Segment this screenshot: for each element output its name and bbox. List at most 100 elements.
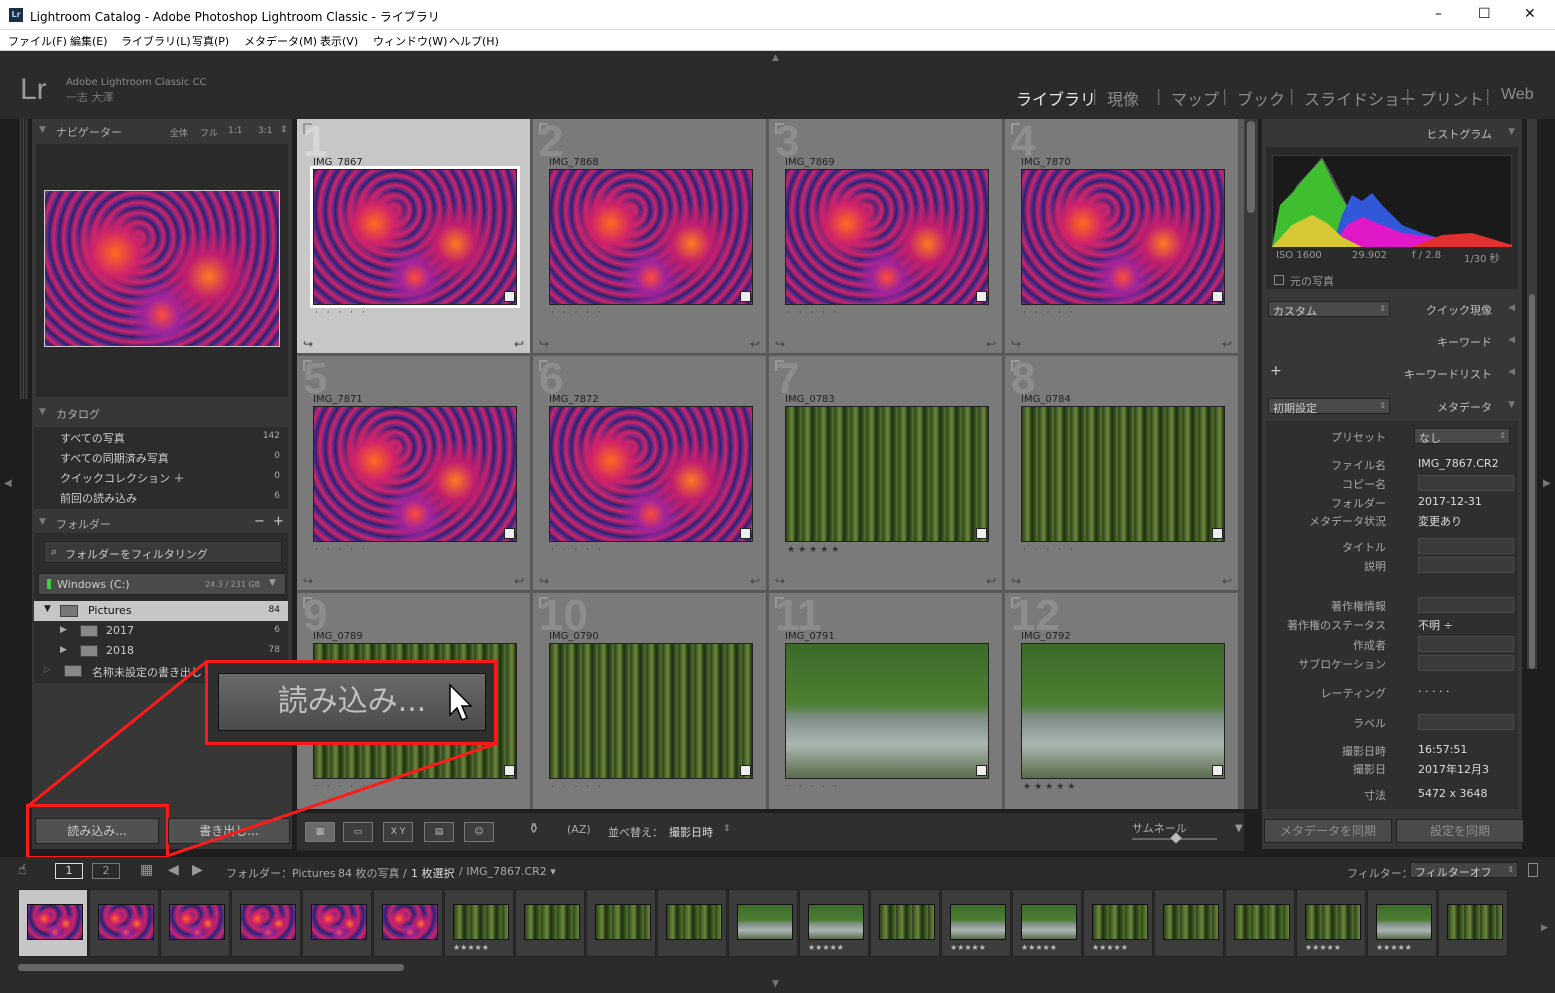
second-window-button[interactable]: 2 bbox=[92, 863, 120, 879]
metadata-value[interactable]: IMG_7867.CR2 bbox=[1418, 457, 1499, 470]
maximize-button[interactable]: ☐ bbox=[1478, 6, 1491, 22]
menu-metadata[interactable]: メタデータ(M) bbox=[244, 33, 317, 49]
filmstrip-thumb[interactable] bbox=[89, 889, 159, 957]
rotate-left-icon[interactable]: ↪ bbox=[775, 574, 785, 588]
metadata-value[interactable]: 不明 ÷ bbox=[1418, 617, 1453, 633]
catalog-item-previous-import[interactable]: 前回の読み込み 6 bbox=[34, 487, 288, 507]
grid-view-icon[interactable]: ▦ bbox=[305, 822, 335, 842]
rotate-right-icon[interactable]: ↩ bbox=[1222, 574, 1232, 588]
grid-cell[interactable]: 4 IMG_7870 · · · · · ↪ ↩ bbox=[1005, 119, 1239, 354]
grid-cell[interactable]: 6 IMG_7872 · · · · · ↪ ↩ bbox=[533, 354, 767, 591]
catalog-item-all[interactable]: すべての写真 142 bbox=[34, 427, 288, 447]
zoom-1-1[interactable]: 1:1 bbox=[228, 126, 242, 136]
quick-develop-preset[interactable]: カスタム ⇕ bbox=[1268, 301, 1390, 318]
export-button[interactable]: 書き出し... bbox=[168, 818, 290, 844]
expand-icon[interactable]: ▷ bbox=[44, 665, 51, 675]
volume-bar[interactable]: Windows (C:) 24.3 / 231 GB ▼ bbox=[38, 573, 286, 595]
expand-icon[interactable]: ▶ bbox=[60, 625, 67, 635]
module-library[interactable]: ライブラリ bbox=[1016, 86, 1096, 110]
metadata-value[interactable] bbox=[1418, 597, 1514, 613]
photo-thumbnail[interactable] bbox=[1021, 643, 1225, 779]
rotate-right-icon[interactable]: ↩ bbox=[514, 337, 524, 351]
flag-icon[interactable] bbox=[1011, 597, 1020, 608]
catalog-item-synced[interactable]: すべての同期済み写真 0 bbox=[34, 447, 288, 467]
module-web[interactable]: Web bbox=[1501, 86, 1534, 104]
filmstrip-thumb[interactable] bbox=[373, 889, 443, 957]
photo-thumbnail[interactable] bbox=[549, 643, 753, 779]
zoom-stepper-icon[interactable]: ⇕ bbox=[280, 125, 288, 135]
grid-cell[interactable]: 3 IMG_7869 · · · · · ↪ ↩ bbox=[769, 119, 1003, 354]
menu-edit[interactable]: 編集(E) bbox=[70, 33, 108, 49]
folder-item-2018[interactable]: ▶ 2018 78 bbox=[34, 641, 288, 661]
sort-stepper-icon[interactable]: ⇕ bbox=[723, 824, 731, 834]
flag-icon[interactable] bbox=[1011, 123, 1020, 134]
filmstrip-thumb[interactable] bbox=[160, 889, 230, 957]
metadata-preset[interactable]: 初期設定 ⇕ bbox=[1268, 398, 1390, 415]
flag-icon[interactable] bbox=[775, 123, 784, 134]
grid-cell[interactable]: 5 IMG_7871 · · · · · ↪ ↩ bbox=[297, 354, 531, 591]
grid-cell[interactable]: 12IMG_0792★★★★★↪↩ bbox=[1005, 591, 1239, 809]
folder-item-pictures[interactable]: ▼ Pictures 84 bbox=[34, 601, 288, 621]
filmstrip-thumb[interactable]: ★★★★★ bbox=[799, 889, 869, 957]
sort-direction-icon[interactable]: (AZ) bbox=[567, 823, 591, 836]
metadata-value[interactable] bbox=[1418, 538, 1514, 554]
photo-thumbnail[interactable] bbox=[1021, 406, 1225, 542]
filmstrip-thumb[interactable] bbox=[515, 889, 585, 957]
selected-file[interactable]: / IMG_7867.CR2 ▾ bbox=[459, 865, 556, 878]
filter-select[interactable]: フィルターオフ ⇕ bbox=[1410, 862, 1518, 879]
rotate-left-icon[interactable]: ↪ bbox=[1011, 337, 1021, 351]
module-print[interactable]: プリント bbox=[1420, 86, 1484, 110]
compare-view-icon[interactable]: X Y bbox=[383, 822, 413, 842]
chevron-down-icon[interactable]: ▼ bbox=[269, 578, 276, 588]
histogram-chart[interactable] bbox=[1272, 155, 1512, 247]
filmstrip-thumb[interactable]: ★★★★★ bbox=[941, 889, 1011, 957]
metadata-value[interactable]: 5472 x 3648 bbox=[1418, 787, 1488, 800]
photo-thumbnail[interactable] bbox=[1021, 169, 1225, 305]
flag-icon[interactable] bbox=[539, 123, 548, 134]
star-rating[interactable]: · · · · · bbox=[315, 308, 368, 318]
add-keyword-icon[interactable]: + bbox=[1270, 363, 1282, 379]
star-rating[interactable]: · · · · · bbox=[551, 782, 604, 792]
rotate-right-icon[interactable]: ↩ bbox=[986, 574, 996, 588]
folder-item-2017[interactable]: ▶ 2017 6 bbox=[34, 621, 288, 641]
catalog-item-quick[interactable]: クイックコレクション ＋ 0 bbox=[34, 467, 288, 487]
navigator-image[interactable] bbox=[44, 190, 280, 347]
flag-icon[interactable] bbox=[303, 597, 312, 608]
survey-view-icon[interactable]: ▤ bbox=[424, 822, 454, 842]
grid-cell[interactable]: 2 IMG_7868 · · · · · ↪ ↩ bbox=[533, 119, 767, 354]
photo-thumbnail[interactable] bbox=[549, 169, 753, 305]
filmstrip-thumb[interactable]: ★★★★★ bbox=[444, 889, 514, 957]
expand-icon[interactable]: ▼ bbox=[44, 604, 51, 614]
filmstrip-thumb[interactable]: ★★★★★ bbox=[1083, 889, 1153, 957]
rotate-right-icon[interactable]: ↩ bbox=[514, 574, 524, 588]
metadata-value[interactable]: 2017年12月3 bbox=[1418, 761, 1489, 777]
filmstrip-scrollbar-thumb[interactable] bbox=[18, 964, 404, 971]
star-rating[interactable]: · · · · · bbox=[1023, 308, 1076, 318]
star-rating[interactable]: · · · · · bbox=[551, 545, 604, 555]
people-view-icon[interactable]: ☺ bbox=[464, 822, 494, 842]
filter-lock-icon[interactable] bbox=[1528, 863, 1538, 877]
module-book[interactable]: ブック bbox=[1237, 86, 1285, 110]
close-button[interactable]: ✕ bbox=[1524, 6, 1536, 22]
metadata-value[interactable]: 変更あり bbox=[1418, 513, 1462, 529]
star-rating[interactable]: · · · · · bbox=[315, 545, 368, 555]
metadata-value[interactable]: 2017-12-31 bbox=[1418, 495, 1482, 508]
metadata-value[interactable]: 16:57:51 bbox=[1418, 743, 1467, 756]
rotate-right-icon[interactable]: ↩ bbox=[986, 337, 996, 351]
grid-cell[interactable]: 1 IMG_7867 · · · · · ↪ ↩ bbox=[297, 119, 531, 354]
star-rating[interactable]: · · · · · bbox=[787, 782, 840, 792]
rotate-left-icon[interactable]: ↪ bbox=[303, 574, 313, 588]
photo-thumbnail[interactable] bbox=[785, 643, 989, 779]
star-rating[interactable]: ★★★★★ bbox=[787, 545, 842, 555]
flag-icon[interactable] bbox=[775, 360, 784, 371]
grid-cell[interactable]: 7 IMG_0783 ★★★★★ ↪ ↩ bbox=[769, 354, 1003, 591]
rotate-left-icon[interactable]: ↪ bbox=[775, 337, 785, 351]
source-folder[interactable]: フォルダー：Pictures bbox=[226, 865, 336, 881]
menu-window[interactable]: ウィンドウ(W) bbox=[373, 33, 447, 49]
star-rating[interactable]: · · · · · bbox=[787, 308, 840, 318]
rotate-right-icon[interactable]: ↩ bbox=[1222, 337, 1232, 351]
expand-icon[interactable]: ◀ bbox=[1508, 335, 1515, 345]
zoom-3-1[interactable]: 3:1 bbox=[258, 126, 272, 136]
left-panel-grip[interactable] bbox=[20, 119, 28, 399]
module-slideshow[interactable]: スライドショー bbox=[1304, 86, 1416, 110]
